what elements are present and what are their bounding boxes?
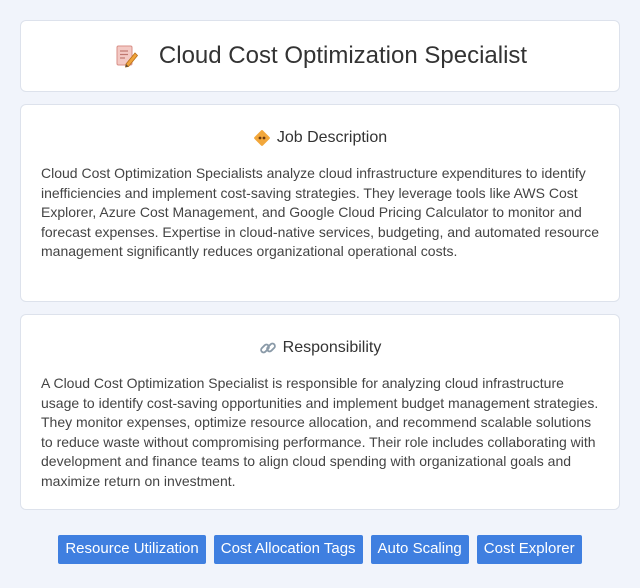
tag-list: Resource Utilization Cost Allocation Tag… [0,535,640,564]
diamond-badge-icon [253,129,271,147]
job-description-header: Job Description [41,127,599,149]
document-pencil-icon [113,43,139,69]
tag-resource-utilization[interactable]: Resource Utilization [58,535,206,564]
title-card: Cloud Cost Optimization Specialist [20,20,620,92]
tag-auto-scaling[interactable]: Auto Scaling [370,535,469,564]
page-title: Cloud Cost Optimization Specialist [158,42,528,69]
responsibility-text: A Cloud Cost Optimization Specialist is … [41,375,599,489]
job-description-title: Job Description [276,129,388,146]
responsibility-title: Responsibility [282,339,382,356]
responsibility-header: Responsibility [41,337,599,359]
job-description-card: Job Description Cloud Cost Optimization … [20,104,620,302]
link-icon [259,339,277,357]
tag-cost-explorer[interactable]: Cost Explorer [476,535,582,564]
responsibility-card: Responsibility A Cloud Cost Optimization… [20,314,620,510]
tag-cost-allocation-tags[interactable]: Cost Allocation Tags [213,535,363,564]
job-description-text: Cloud Cost Optimization Specialists anal… [41,165,599,259]
